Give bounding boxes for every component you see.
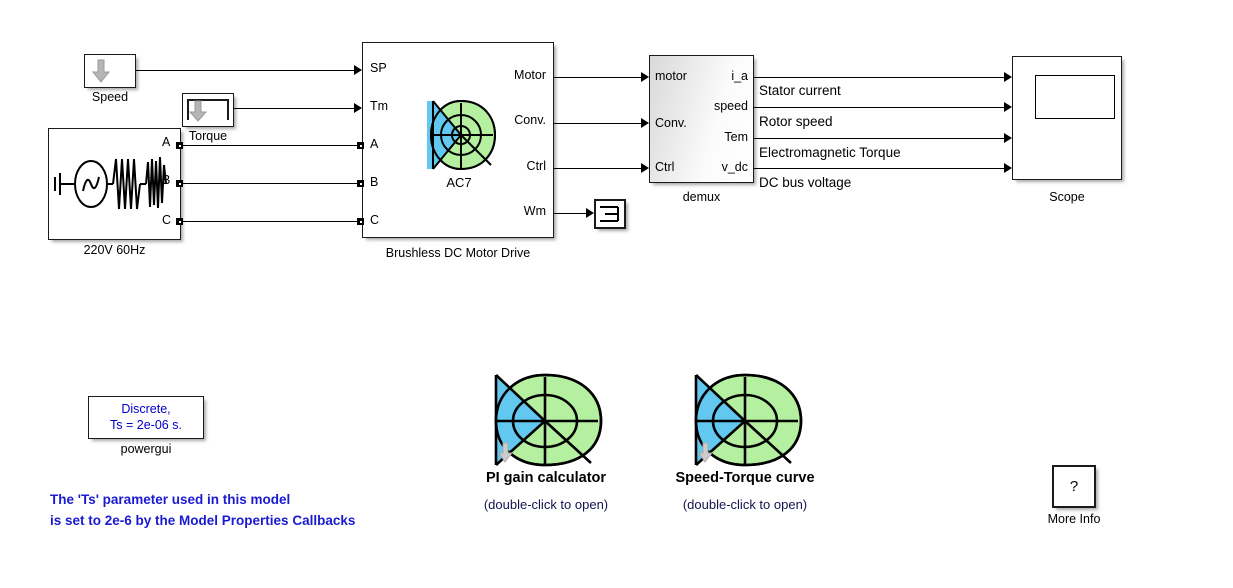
arrowhead-scope-1 (1004, 72, 1012, 82)
terminator-icon (600, 206, 619, 222)
wire-speed-to-scope (754, 107, 1004, 108)
wire-source-c (181, 221, 362, 222)
motor-drive-icon (494, 373, 603, 467)
port-marker-source-c (176, 218, 183, 225)
arrowhead-scope-3 (1004, 133, 1012, 143)
signal-label-stator-current: Stator current (759, 83, 841, 98)
block-speed-torque-curve-caption: Speed-Torque curve (675, 470, 815, 486)
wire-vdc-to-scope (754, 168, 1004, 169)
arrowhead-sp (354, 65, 362, 75)
block-powergui-label: powergui (120, 442, 172, 456)
port-marker-drive-b (357, 180, 364, 187)
block-scope[interactable] (1012, 56, 1122, 180)
wire-source-b (181, 183, 362, 184)
port-label-drive-wm: Wm (523, 204, 546, 218)
wire-wm-to-terminator (554, 213, 586, 214)
port-marker-source-b (176, 180, 183, 187)
annotation-line-1: The 'Ts' parameter used in this model (50, 492, 291, 507)
scope-screen (1035, 75, 1115, 119)
port-marker-source-a (176, 142, 183, 149)
port-label-drive-ctrl: Ctrl (526, 159, 546, 173)
port-label-drive-tm: Tm (370, 99, 389, 113)
port-label-drive-conv: Conv. (514, 113, 546, 127)
block-drive-label: Brushless DC Motor Drive (385, 246, 531, 260)
port-label-source-a: A (162, 135, 171, 149)
step-down-arrow-icon (91, 59, 111, 83)
block-torque-source[interactable] (182, 93, 234, 127)
arrowhead-scope-2 (1004, 102, 1012, 112)
block-torque-source-label: Torque (188, 129, 228, 143)
motor-drive-icon (694, 373, 803, 467)
wire-source-a (181, 145, 362, 146)
simulink-model-canvas[interactable]: Speed Torque A B C 220V 60Hz AC7 SP Tm A… (0, 0, 1233, 588)
step-down-arrow-icon (187, 99, 229, 122)
block-more-info[interactable]: ? (1052, 465, 1096, 508)
port-label-demux-ctrl: Ctrl (655, 160, 675, 174)
block-pi-gain-calculator-caption: PI gain calculator (485, 470, 607, 486)
wire-torque-to-tm (234, 108, 354, 109)
block-powergui[interactable]: Discrete, Ts = 2e-06 s. (88, 396, 204, 439)
arrowhead-terminator (586, 208, 594, 218)
wire-tem-to-scope (754, 138, 1004, 139)
port-label-demux-ia: i_a (731, 69, 748, 83)
question-mark-icon: ? (1069, 478, 1079, 495)
port-label-demux-conv: Conv. (655, 116, 687, 130)
block-scope-label: Scope (1049, 190, 1085, 204)
port-label-drive-sp: SP (370, 61, 387, 75)
port-marker-drive-a (357, 142, 364, 149)
port-label-demux-tem: Tem (724, 130, 748, 144)
powergui-line-2: Ts = 2e-06 s. (110, 418, 182, 432)
wire-motor-to-demux (554, 77, 641, 78)
port-label-drive-b: B (370, 175, 379, 189)
port-label-drive-a: A (370, 137, 379, 151)
port-label-source-c: C (162, 213, 172, 227)
signal-label-dc-bus-voltage: DC bus voltage (759, 175, 852, 190)
wire-conv-to-demux (554, 123, 641, 124)
arrowhead-demux-motor (641, 72, 649, 82)
port-marker-drive-c (357, 218, 364, 225)
block-speed-torque-curve[interactable] (683, 371, 808, 469)
powergui-line-1: Discrete, (121, 402, 171, 416)
signal-label-rotor-speed: Rotor speed (759, 114, 833, 129)
annotation-line-2: is set to 2e-6 by the Model Properties C… (50, 513, 356, 528)
block-demux-label: demux (682, 190, 721, 204)
port-label-drive-motor: Motor (514, 68, 546, 82)
block-drive-icon-label: AC7 (446, 175, 472, 190)
arrowhead-demux-conv (641, 118, 649, 128)
three-phase-source-icon (54, 156, 167, 210)
block-speed-torque-curve-sub: (double-click to open) (682, 497, 808, 512)
block-speed-source[interactable] (84, 54, 136, 88)
block-speed-source-label: Speed (91, 90, 129, 104)
port-label-source-b: B (162, 173, 171, 187)
block-pi-gain-calculator-sub: (double-click to open) (483, 497, 609, 512)
arrowhead-scope-4 (1004, 163, 1012, 173)
arrowhead-demux-ctrl (641, 163, 649, 173)
wire-ia-to-scope (754, 77, 1004, 78)
block-pi-gain-calculator[interactable] (483, 371, 608, 469)
port-label-demux-motor: motor (655, 69, 687, 83)
block-terminator[interactable] (594, 199, 626, 229)
port-label-demux-speed: speed (713, 99, 748, 113)
signal-label-electromagnetic-torque: Electromagnetic Torque (759, 145, 901, 160)
wire-speed-to-sp (136, 70, 354, 71)
port-label-demux-vdc: v_dc (721, 160, 748, 174)
arrowhead-tm (354, 103, 362, 113)
block-voltage-source-label: 220V 60Hz (83, 243, 146, 257)
port-label-drive-c: C (370, 213, 380, 227)
block-more-info-label: More Info (1047, 512, 1101, 526)
wire-ctrl-to-demux (554, 168, 641, 169)
